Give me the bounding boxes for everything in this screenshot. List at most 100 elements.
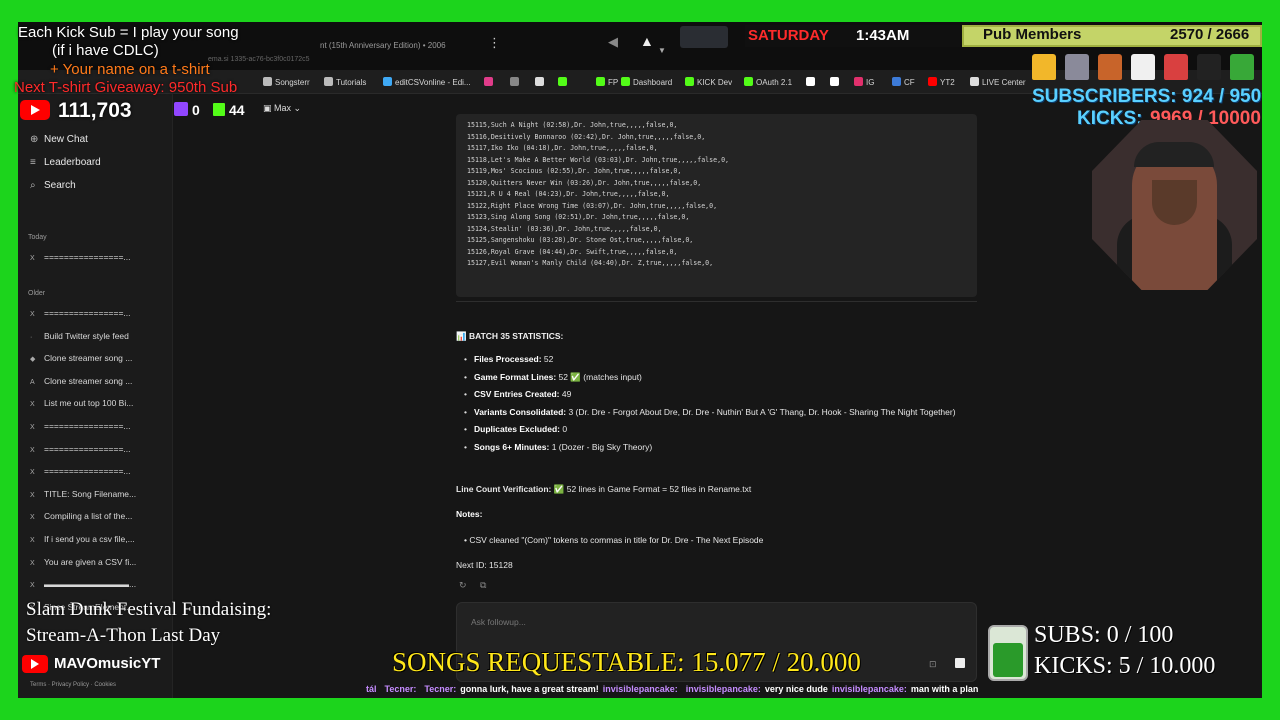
bookmark-item[interactable] [535,77,547,87]
older-chat-item[interactable]: ◆ Clone streamer song ... [30,353,158,363]
bookmark-item[interactable]: OAuth 2.1 [744,77,792,87]
divider [456,301,977,302]
leaderboard-icon: ≡ [30,157,36,168]
older-chat-item[interactable]: X ================... [30,444,158,454]
code-line: 15126,Royal Grave (04:44),Dr. Swift,true… [467,247,678,256]
regenerate-icon[interactable]: ↻ [459,580,467,591]
url-fragment[interactable]: ema.si 1335-ac76-bc3f0c0172c5 [208,56,310,63]
browser-screen: nt (15th Anniversary Edition) • 2006 ⋮ e… [18,22,1262,698]
bookmark-icon [685,77,694,86]
chat-icon: · [30,333,33,341]
chat-title: Clone streamer song ... [44,353,133,364]
bookmark-item[interactable] [510,77,522,87]
bookmark-item[interactable]: Tutorials [324,77,366,87]
channel-name: MAVOmusicYT [54,655,161,672]
ticker-username: invisiblepancake: [831,684,907,694]
twitch-viewer-count: 0 [192,102,200,118]
pub-members-label: Pub Members [983,26,1082,43]
up-arrow-icon[interactable]: ▲ [640,33,654,49]
chat-title: Compiling a list of the... [44,511,133,522]
stop-button[interactable] [955,658,965,668]
older-chat-item[interactable]: X ================... [30,421,158,431]
bookmark-icon [596,77,605,86]
today-chat-item[interactable]: X ================... [30,252,158,262]
ticker-message: gonna lurk, have a great stream! [460,684,599,694]
copy-icon[interactable]: ⧉ [480,580,486,591]
code-line: 15115,Such A Night (02:58),Dr. John,true… [467,121,678,129]
older-chat-item[interactable]: · Build Twitter style feed [30,331,158,341]
fundraiser-title: Slam Dunk Festival Fundaising: [26,599,272,620]
down-arrow-icon[interactable]: ▼ [658,46,666,55]
older-chat-item[interactable]: X If i send you a csv file,... [30,534,158,544]
tshirt-icon [1164,54,1188,80]
fundraiser-subtitle: Stream-A-Thon Last Day [26,625,221,646]
older-chat-item[interactable]: X List me out top 100 Bi... [30,398,158,408]
followup-input[interactable]: Ask followup... [471,617,526,627]
chat-icon: ◆ [30,356,36,364]
search-button[interactable]: ⌕ Search [30,180,76,191]
stats-item-value: 49 [559,389,572,399]
chat-icon: X [30,401,35,409]
youtube-icon [20,100,50,120]
older-chat-item[interactable]: X ▬▬▬▬▬▬▬▬▬▬... [30,579,158,589]
code-line: 15120,Quitters Never Win (03:26),Dr. Joh… [467,178,702,187]
next-id: Next ID: 15128 [456,560,513,570]
bookmark-item[interactable]: IG [854,77,874,87]
kick-sub-promo-line1: Each Kick Sub = I play your song [18,24,239,41]
tshirt-icon [1065,54,1089,80]
chat-icon: X [30,491,35,499]
bookmark-item[interactable] [484,77,496,87]
ticker-username: invisiblepancake: [602,684,678,694]
chat-title: Build Twitter style feed [44,330,129,341]
sidebar-footer[interactable]: Terms · Privacy Policy · Cookies [30,682,116,688]
section-today: Today [28,234,47,241]
code-line: 15121,R U 4 Real (04:23),Dr. John,true,,… [467,190,670,198]
code-line: 15119,Mos' Scocious (02:55),Dr. John,tru… [467,167,682,175]
mini-window-thumbnail[interactable] [680,26,728,48]
bookmark-item[interactable]: editCSVonline - Edi... [383,77,471,87]
chat-title: ================... [44,308,131,318]
bookmark-item[interactable] [558,77,570,87]
bookmark-item[interactable]: LIVE Center [970,77,1026,87]
bookmark-item[interactable]: CF [892,77,915,87]
bookmark-item[interactable]: Dashboard [621,77,672,87]
bookmark-item[interactable]: YT2 [928,77,955,87]
bookmark-item[interactable]: FP [596,77,618,87]
ticker-username: tál [366,684,377,694]
older-chat-item[interactable]: A Clone streamer song ... [30,376,158,386]
new-chat-button[interactable]: ⊕ New Chat [30,134,88,145]
chat-icon: X [30,559,35,567]
chat-title: ================... [44,443,131,454]
stats-item-label: Duplicates Excluded: [474,424,560,434]
stats-item: CSV Entries Created: 49 [464,389,984,400]
bookmark-icon [510,77,519,86]
older-chat-item[interactable]: X ================... [30,308,158,318]
attach-icon[interactable]: ⊡ [929,659,937,670]
older-chat-item[interactable]: X You are given a CSV fi... [30,557,158,567]
csv-code-block[interactable]: 15115,Such A Night (02:58),Dr. John,true… [456,114,977,297]
bookmark-item[interactable] [830,77,842,87]
tab-menu-icon[interactable]: ⋮ [488,35,501,51]
bookmark-item[interactable] [806,77,818,87]
bookmark-item[interactable]: Songsterr [263,77,310,87]
chat-icon: A [30,378,35,386]
chat-icon: X [30,255,35,262]
bookmark-icon [621,77,630,86]
older-chat-item[interactable]: X TITLE: Song Filename... [30,489,158,499]
kick-viewer-count: 44 [229,102,245,118]
chat-icon: X [30,424,35,431]
older-chat-item[interactable]: X Compiling a list of the... [30,511,158,521]
tab-title[interactable]: nt (15th Anniversary Edition) • 2006 [320,41,446,50]
stats-item-value: 52 [541,354,554,364]
kick-icon [213,103,225,116]
stats-list: Files Processed: 52 Game Format Lines: 52… [464,354,984,459]
back-arrow-icon[interactable]: ◀ [608,34,618,50]
older-chat-item[interactable]: X ================... [30,466,158,476]
leaderboard-link[interactable]: ≡ Leaderboard [30,157,101,168]
note-text: CSV cleaned "(Com)" tokens to commas in … [469,535,764,545]
tshirt-icon [1197,54,1221,80]
kick-sub-promo-line2: (if i have CDLC) [52,42,159,59]
bookmark-label: Dashboard [633,78,673,87]
bookmark-item[interactable]: KICK Dev [685,77,732,87]
stats-item-label: Variants Consolidated: [474,406,567,417]
